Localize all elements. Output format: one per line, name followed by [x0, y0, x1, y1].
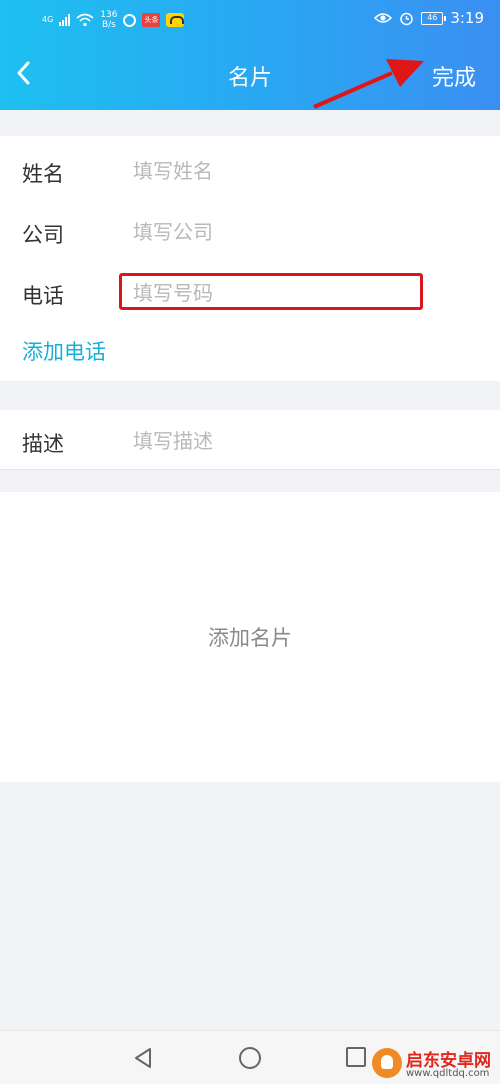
- eye-icon: [374, 13, 393, 23]
- header-bar: 4G 136 B/s 头条 46 3:19 名片 完成: [0, 0, 500, 110]
- status-left: 4G 136 B/s 头条: [42, 10, 185, 30]
- contact-fields-card: 姓名 公司 电话 添加电话: [0, 136, 500, 381]
- status-right: 46 3:19: [374, 9, 484, 27]
- phone-highlight-box: [119, 273, 423, 310]
- description-row: 描述: [0, 420, 500, 460]
- company-label: 公司: [22, 223, 64, 247]
- speed-value: 136: [100, 10, 118, 20]
- app-notification-icon: [166, 13, 185, 27]
- toutiao-app-icon: 头条: [142, 13, 161, 27]
- name-input[interactable]: [133, 156, 463, 186]
- description-card: 描述: [0, 410, 500, 470]
- company-row: 公司: [0, 211, 500, 251]
- nav-back-icon[interactable]: [132, 1047, 154, 1069]
- name-label: 姓名: [22, 162, 64, 186]
- battery-icon: 46: [421, 11, 447, 25]
- watermark-url: www.qdltdq.com: [406, 1068, 490, 1079]
- add-phone-button[interactable]: 添加电话: [22, 336, 106, 366]
- network-speed: 136 B/s: [100, 10, 117, 30]
- company-input[interactable]: [133, 217, 463, 247]
- signal-icon: [59, 14, 71, 26]
- wifi-icon: [76, 13, 94, 27]
- alarm-icon: [400, 12, 414, 25]
- nav-recent-icon[interactable]: [346, 1047, 366, 1067]
- status-bar: 4G 136 B/s 头条 46 3:19: [0, 0, 500, 40]
- speed-unit: B/s: [101, 20, 116, 30]
- network-type: 4G: [42, 15, 54, 24]
- watermark-logo-icon: [372, 1048, 402, 1078]
- notification-ring-icon: [123, 13, 137, 27]
- add-card-button[interactable]: 添加名片: [0, 622, 500, 652]
- phone-label: 电话: [22, 284, 64, 308]
- status-time: 3:19: [450, 9, 484, 27]
- description-input[interactable]: [133, 426, 463, 456]
- nav-home-icon[interactable]: [239, 1047, 261, 1069]
- done-button[interactable]: 完成: [432, 60, 476, 92]
- description-label: 描述: [22, 432, 64, 456]
- watermark: 启东安卓网 www.qdltdq.com: [372, 1044, 500, 1084]
- add-card-area[interactable]: 添加名片: [0, 492, 500, 782]
- name-row: 姓名: [0, 150, 500, 190]
- red-arrow-annotation-icon: [313, 59, 424, 109]
